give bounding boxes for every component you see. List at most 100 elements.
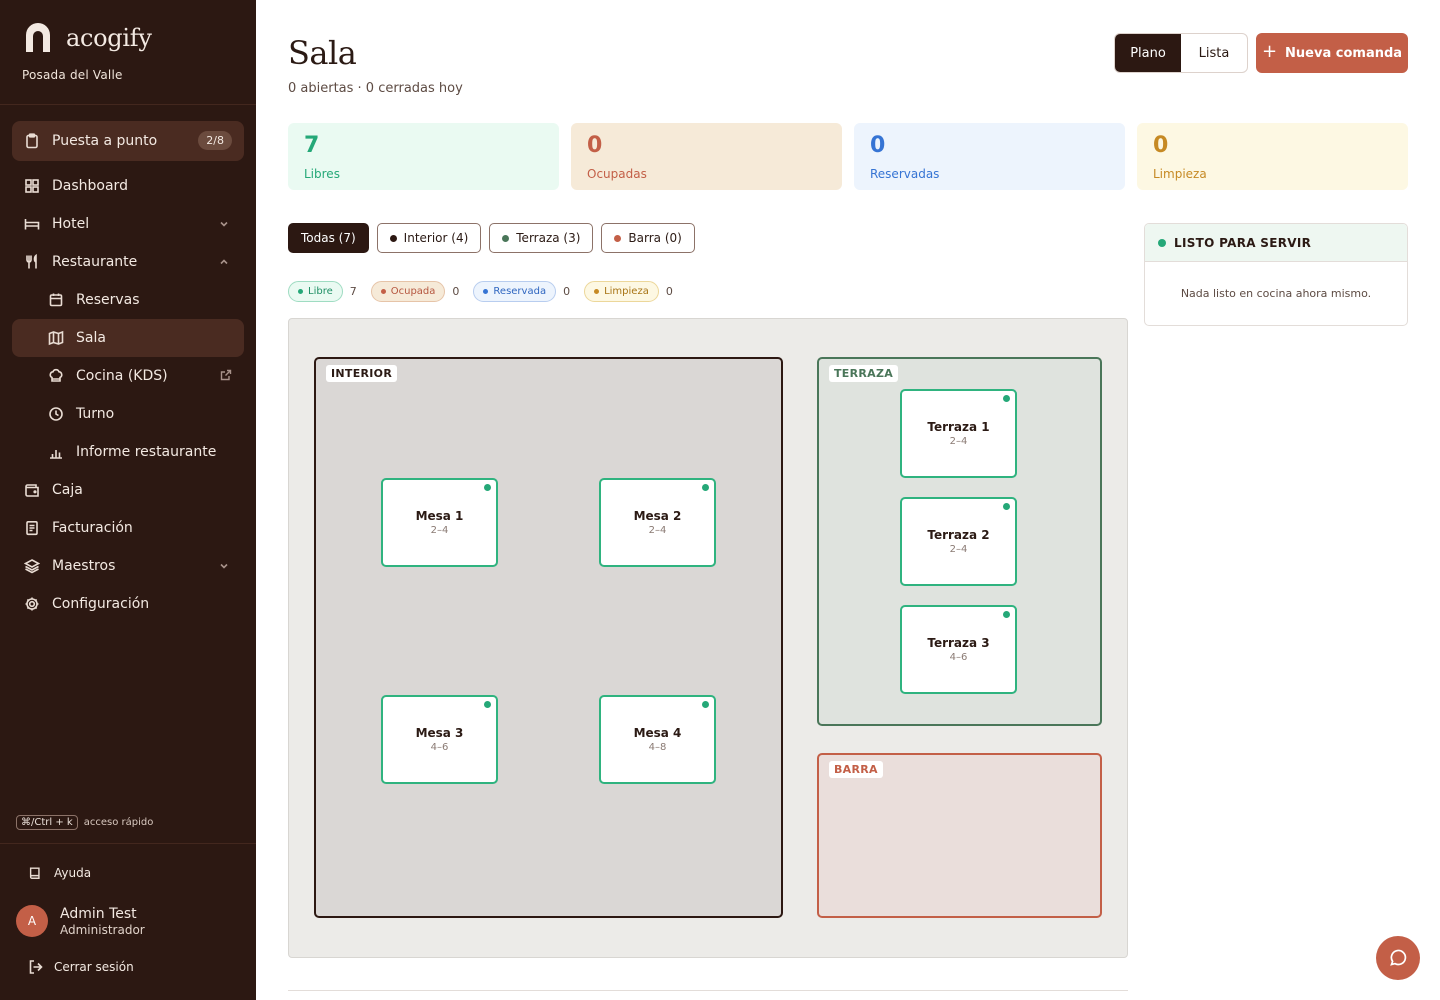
ready-to-serve-panel: LISTO PARA SERVIR Nada listo en cocina a… bbox=[1144, 223, 1408, 326]
filter-label: Terraza (3) bbox=[516, 231, 581, 245]
sidebar-item-label: Dashboard bbox=[52, 178, 128, 194]
table-mesa-4[interactable]: Mesa 4 4–8 bbox=[599, 695, 716, 784]
sidebar-item-restaurant[interactable]: Restaurante bbox=[12, 243, 244, 281]
legend-cleaning: Limpieza bbox=[584, 281, 659, 302]
stat-value: 7 bbox=[304, 133, 320, 158]
filter-interior[interactable]: Interior (4) bbox=[376, 223, 482, 253]
help-label: Ayuda bbox=[54, 866, 92, 880]
property-name: Posada del Valle bbox=[22, 68, 123, 82]
help-link[interactable]: Ayuda bbox=[28, 866, 91, 880]
status-dot-icon bbox=[594, 289, 600, 294]
zone-filters: Todas (7) Interior (4) Terraza (3) Barra… bbox=[288, 223, 695, 253]
filter-terrace[interactable]: Terraza (3) bbox=[489, 223, 594, 253]
sidebar-item-reservations[interactable]: Reservas bbox=[12, 281, 244, 319]
table-name: Terraza 2 bbox=[927, 528, 990, 542]
user-profile[interactable]: A Admin Test Administrador bbox=[16, 905, 145, 937]
bed-icon bbox=[24, 216, 40, 232]
table-mesa-3[interactable]: Mesa 3 4–6 bbox=[381, 695, 498, 784]
sidebar-item-setup[interactable]: Puesta a punto 2/8 bbox=[12, 121, 244, 161]
sidebar-item-billing[interactable]: Facturación bbox=[12, 509, 244, 547]
table-terraza-3[interactable]: Terraza 3 4–6 bbox=[900, 605, 1017, 694]
logout-label: Cerrar sesión bbox=[54, 960, 134, 974]
clock-icon bbox=[48, 406, 64, 422]
sidebar-divider bbox=[0, 104, 256, 105]
stat-label: Libres bbox=[304, 167, 340, 181]
table-capacity: 4–6 bbox=[430, 742, 449, 753]
legend-label: Limpieza bbox=[604, 286, 649, 297]
logout-button[interactable]: Cerrar sesión bbox=[28, 959, 134, 975]
sidebar-divider bbox=[0, 843, 256, 844]
table-capacity: 2–4 bbox=[949, 436, 968, 447]
legend-label: Libre bbox=[308, 286, 333, 297]
stat-value: 0 bbox=[1153, 133, 1169, 158]
sidebar-item-report[interactable]: Informe restaurante bbox=[12, 433, 244, 471]
quick-access-hint[interactable]: ⌘/Ctrl + k acceso rápido bbox=[16, 815, 153, 830]
sidebar-item-shift[interactable]: Turno bbox=[12, 395, 244, 433]
interior-dot-icon bbox=[389, 234, 397, 242]
sidebar-item-label: Maestros bbox=[52, 558, 116, 574]
legend-free: Libre bbox=[288, 281, 343, 302]
sidebar-item-hotel[interactable]: Hotel bbox=[12, 205, 244, 243]
plus-icon: + bbox=[1261, 41, 1278, 62]
sidebar-item-label: Hotel bbox=[52, 216, 90, 232]
zone-label: BARRA bbox=[829, 761, 883, 778]
zone-label: TERRAZA bbox=[829, 365, 899, 382]
setup-progress-badge: 2/8 bbox=[198, 131, 232, 150]
wallet-icon bbox=[24, 482, 40, 498]
book-icon bbox=[29, 867, 40, 879]
table-terraza-1[interactable]: Terraza 1 2–4 bbox=[900, 389, 1017, 478]
sidebar-item-kitchen[interactable]: Cocina (KDS) bbox=[12, 357, 244, 395]
avatar: A bbox=[16, 905, 48, 937]
legend-count: 7 bbox=[349, 285, 357, 298]
status-dot-icon bbox=[380, 289, 386, 294]
filter-bar[interactable]: Barra (0) bbox=[601, 223, 695, 253]
table-capacity: 2–4 bbox=[430, 525, 449, 536]
filter-all[interactable]: Todas (7) bbox=[288, 223, 369, 253]
legend-count: 0 bbox=[563, 285, 571, 298]
status-dot-icon bbox=[484, 701, 491, 708]
zone-interior: INTERIOR bbox=[314, 357, 783, 918]
sidebar-item-masters[interactable]: Maestros bbox=[12, 547, 244, 585]
table-terraza-2[interactable]: Terraza 2 2–4 bbox=[900, 497, 1017, 586]
zone-label: INTERIOR bbox=[326, 365, 398, 382]
sidebar-item-cash[interactable]: Caja bbox=[12, 471, 244, 509]
sidebar-item-dashboard[interactable]: Dashboard bbox=[12, 167, 244, 205]
status-legend: Libre 7 Ocupada 0 Reservada 0 Limpieza 0 bbox=[288, 281, 687, 302]
user-role: Administrador bbox=[60, 922, 145, 937]
table-capacity: 4–6 bbox=[949, 652, 968, 663]
chat-button[interactable] bbox=[1376, 936, 1420, 980]
chef-hat-icon bbox=[48, 368, 64, 384]
stat-card-cleaning: 0 Limpieza bbox=[1137, 123, 1408, 190]
acogify-logo-icon bbox=[26, 23, 50, 52]
zone-bar: BARRA bbox=[817, 753, 1102, 918]
chevron-down-icon bbox=[218, 218, 230, 230]
status-dot-icon bbox=[483, 289, 489, 294]
table-name: Terraza 3 bbox=[927, 636, 990, 650]
map-icon bbox=[48, 330, 64, 346]
table-name: Mesa 3 bbox=[415, 726, 464, 740]
status-dot-icon bbox=[702, 484, 709, 491]
view-list-button[interactable]: Lista bbox=[1181, 34, 1247, 72]
table-mesa-1[interactable]: Mesa 1 2–4 bbox=[381, 478, 498, 567]
sidebar-item-label: Sala bbox=[76, 330, 106, 346]
sidebar-item-settings[interactable]: Configuración bbox=[12, 585, 244, 623]
status-dot-icon bbox=[702, 701, 709, 708]
sidebar: acogify Posada del Valle Puesta a punto … bbox=[0, 0, 256, 1000]
table-name: Mesa 4 bbox=[633, 726, 682, 740]
sidebar-item-room[interactable]: Sala bbox=[12, 319, 244, 357]
filter-label: Interior (4) bbox=[403, 231, 469, 245]
stat-card-reserved: 0 Reservadas bbox=[854, 123, 1125, 190]
legend-count: 0 bbox=[452, 285, 460, 298]
table-name: Terraza 1 bbox=[927, 420, 990, 434]
brand[interactable]: acogify bbox=[22, 22, 152, 54]
view-plan-button[interactable]: Plano bbox=[1115, 34, 1181, 72]
new-order-button[interactable]: + Nueva comanda bbox=[1256, 33, 1408, 73]
stat-label: Limpieza bbox=[1153, 167, 1207, 181]
table-mesa-2[interactable]: Mesa 2 2–4 bbox=[599, 478, 716, 567]
terrace-dot-icon bbox=[502, 234, 510, 242]
layers-icon bbox=[24, 558, 40, 574]
stat-value: 0 bbox=[870, 133, 886, 158]
logout-icon bbox=[29, 960, 43, 974]
content-divider bbox=[288, 990, 1128, 991]
ready-empty-message: Nada listo en cocina ahora mismo. bbox=[1180, 287, 1372, 300]
